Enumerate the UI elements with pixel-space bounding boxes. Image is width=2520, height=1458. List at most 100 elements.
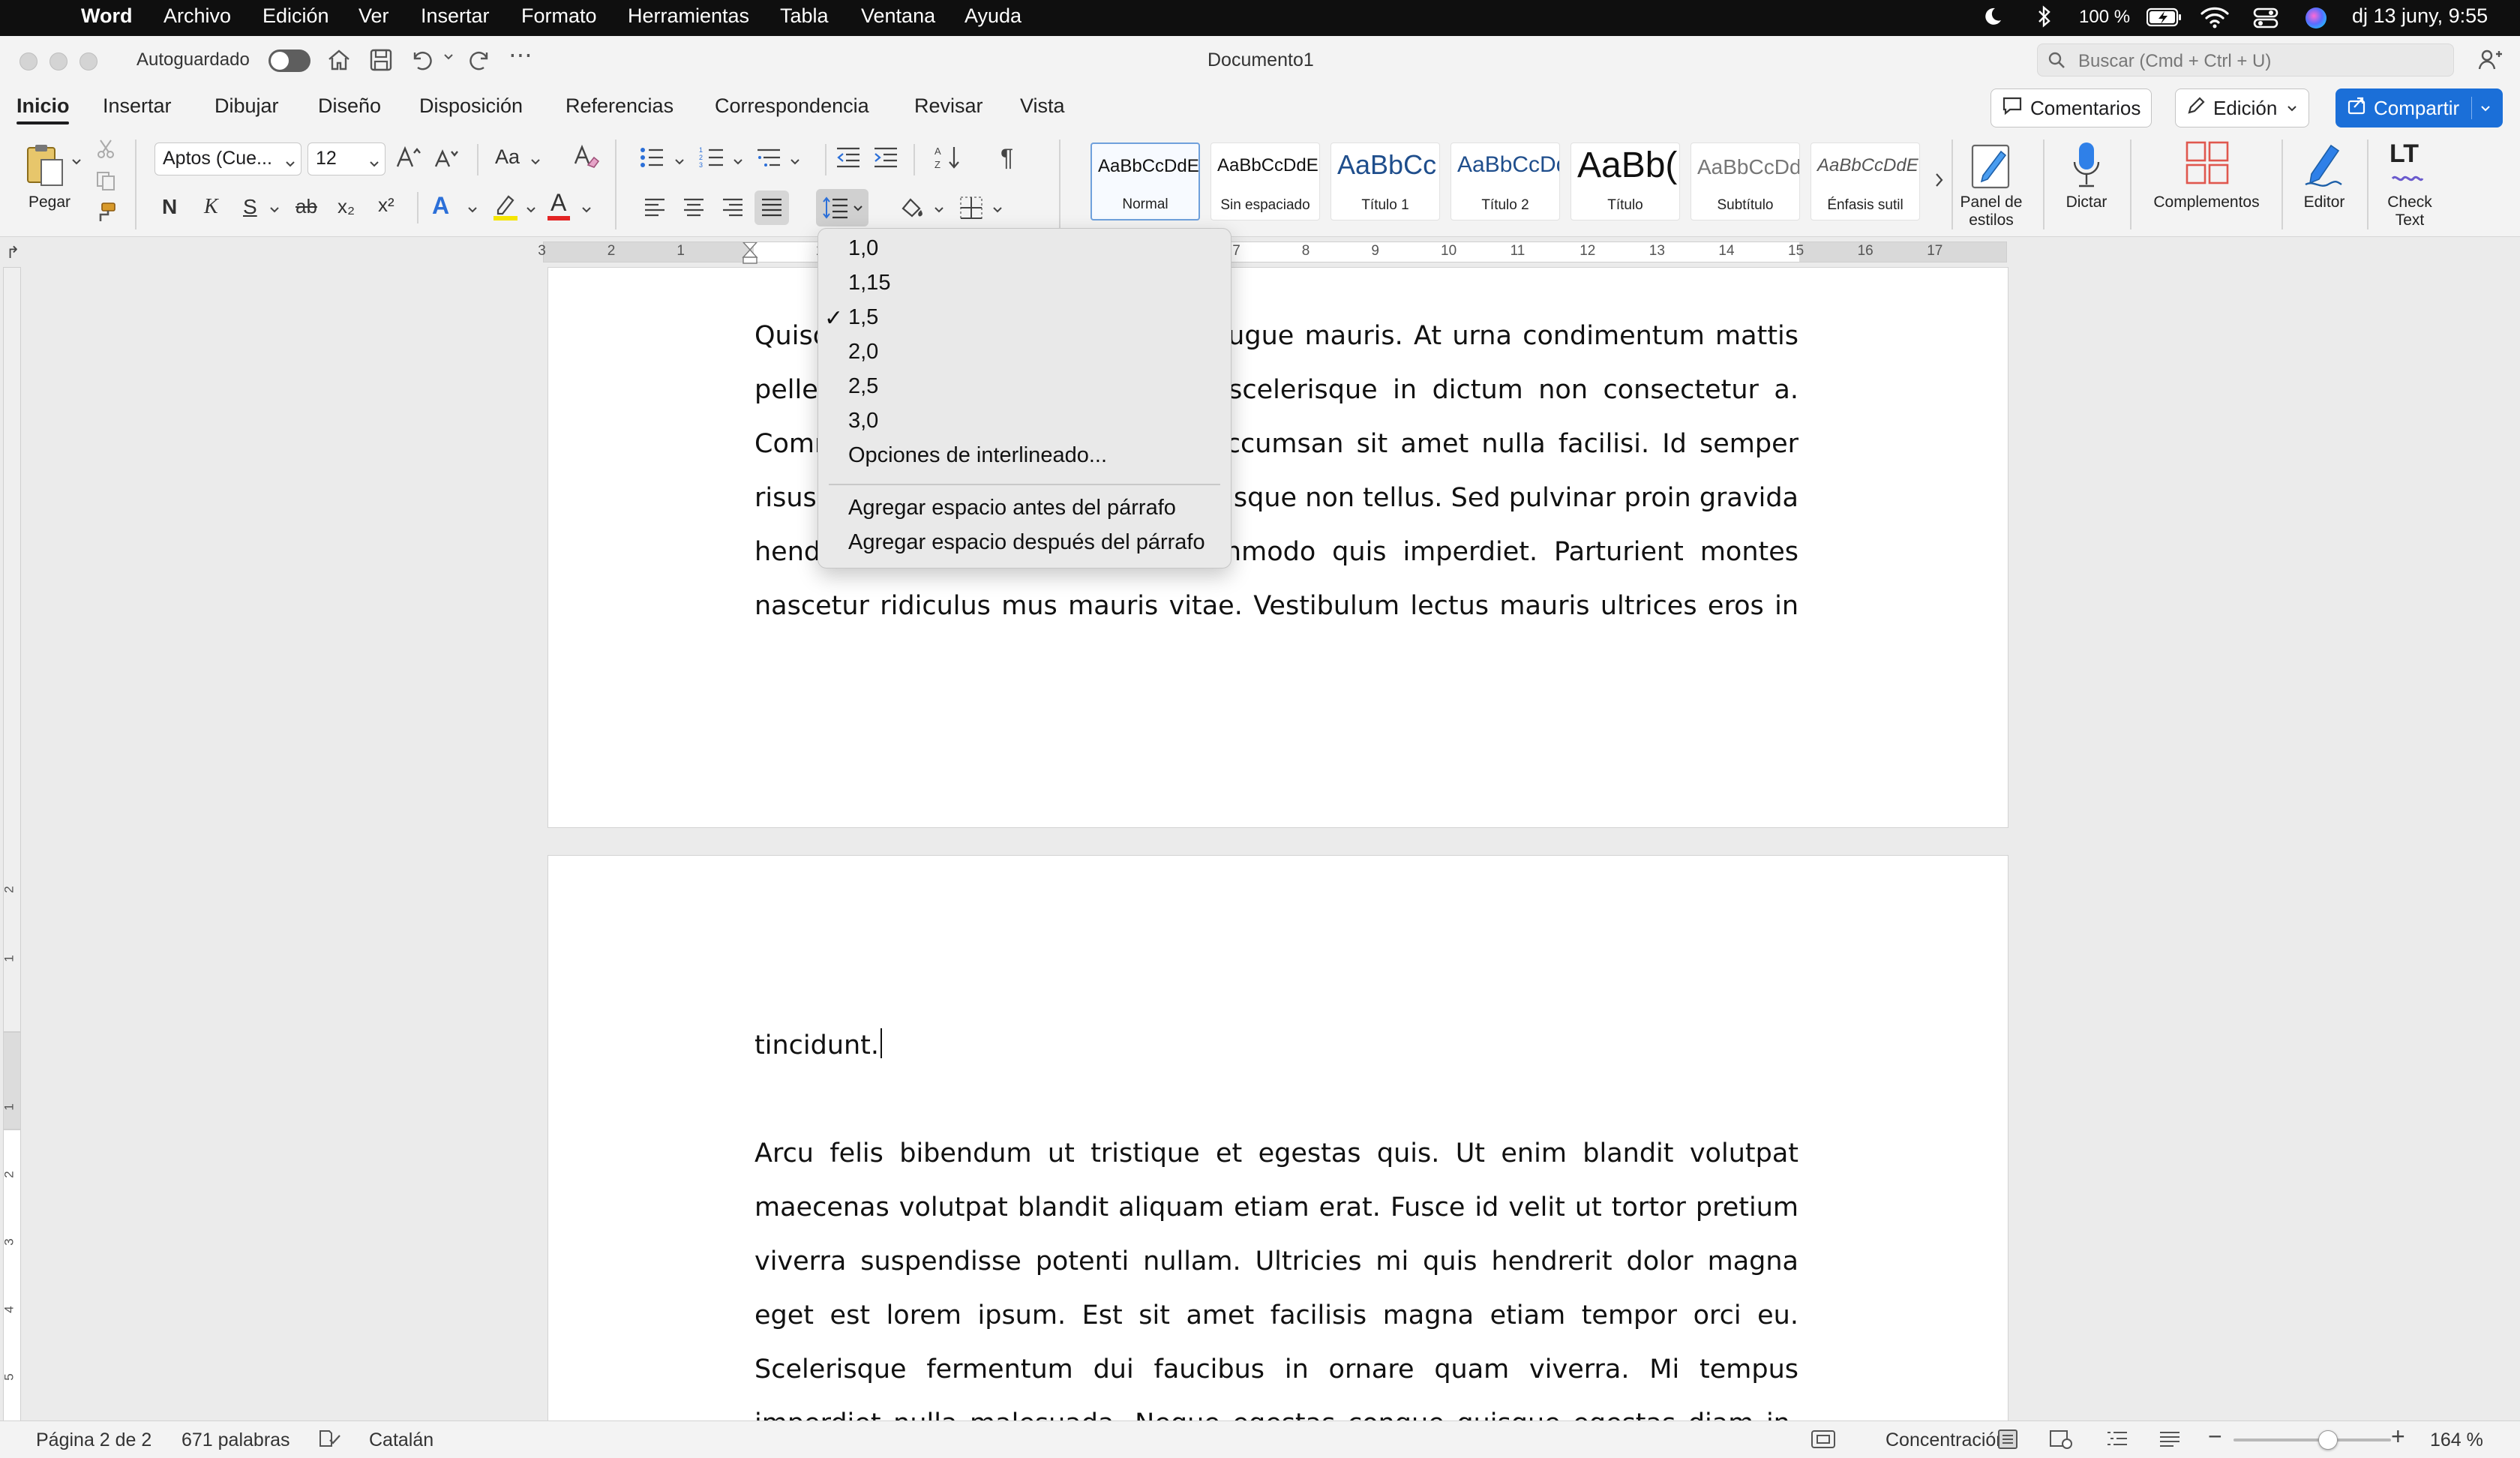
share-button[interactable]: Compartir <box>2336 88 2504 128</box>
increase-indent-icon[interactable] <box>873 146 898 173</box>
style-no-spacing[interactable]: AaBbCcDdE Sin espaciado <box>1210 142 1320 220</box>
italic-button[interactable]: K <box>204 195 218 219</box>
search-box[interactable]: Buscar (Cmd + Ctrl + U) <box>2037 44 2454 76</box>
line-spacing-option-2-0[interactable]: 2,0 <box>848 340 878 364</box>
decrease-indent-icon[interactable] <box>836 146 861 173</box>
line-spacing-option-1-0[interactable]: 1,0 <box>848 236 878 261</box>
style-heading-2[interactable]: AaBbCcDd Título 2 <box>1450 142 1560 220</box>
focus-icon[interactable] <box>1810 1430 1836 1454</box>
grow-font-icon[interactable] <box>394 144 422 175</box>
zoom-out-button[interactable]: − <box>2208 1423 2222 1450</box>
save-icon[interactable] <box>368 46 394 77</box>
shrink-font-icon[interactable] <box>434 146 459 175</box>
wifi-icon[interactable] <box>2200 6 2229 34</box>
multilevel-list-icon[interactable] <box>756 146 782 173</box>
siri-icon[interactable] <box>2304 6 2328 35</box>
add-space-before-paragraph[interactable]: Agregar espacio antes del párrafo <box>848 496 1176 520</box>
align-left-icon[interactable] <box>644 196 666 223</box>
redo-icon[interactable] <box>466 46 494 77</box>
styles-more-chevron-right-icon[interactable] <box>1934 171 1946 193</box>
font-size-dropdown[interactable]: 12 <box>308 142 386 176</box>
style-subtle-emphasis[interactable]: AaBbCcDdE Énfasis sutil <box>1810 142 1920 220</box>
shading-chevron-down-icon[interactable] <box>933 204 945 220</box>
menu-archivo[interactable]: Archivo <box>164 4 231 28</box>
style-heading-1[interactable]: AaBbCc Título 1 <box>1330 142 1440 220</box>
menu-ventana[interactable]: Ventana <box>861 4 935 28</box>
line-spacing-option-1-15[interactable]: 1,15 <box>848 271 890 296</box>
web-layout-icon[interactable] <box>2049 1429 2073 1455</box>
focus-mode-label[interactable]: Concentración <box>1886 1430 2006 1451</box>
show-formatting-marks-icon[interactable]: ¶ <box>1000 144 1013 172</box>
vertical-ruler[interactable]: 2 1 1 2 3 4 5 <box>0 267 22 1422</box>
menu-app-name[interactable]: Word <box>81 4 133 28</box>
tab-referencias[interactable]: Referencias <box>566 94 674 118</box>
zoom-in-button[interactable]: + <box>2391 1423 2405 1450</box>
check-text-logo-icon[interactable]: LT <box>2390 140 2419 169</box>
numbering-icon[interactable]: 123 <box>699 146 724 173</box>
control-center-icon[interactable] <box>2253 6 2278 35</box>
line-spacing-option-3-0[interactable]: 3,0 <box>848 409 878 434</box>
sort-icon[interactable]: AZ <box>934 144 962 175</box>
tab-stop-selector[interactable]: ↱ <box>6 243 20 262</box>
menu-formato[interactable]: Formato <box>521 4 597 28</box>
align-right-icon[interactable] <box>722 196 744 223</box>
window-minimize-button[interactable] <box>50 52 68 70</box>
microphone-icon[interactable] <box>2070 140 2103 194</box>
bullets-chevron-down-icon[interactable] <box>674 156 686 172</box>
change-case-button[interactable]: Aa <box>495 146 520 169</box>
highlighter-icon[interactable] <box>492 192 519 226</box>
font-color-button[interactable]: A <box>550 189 566 217</box>
moon-icon[interactable] <box>1982 6 2002 32</box>
highlight-chevron-down-icon[interactable] <box>525 204 537 220</box>
styles-pane-icon[interactable] <box>1968 141 2014 194</box>
zoom-slider[interactable] <box>2234 1430 2391 1450</box>
borders-chevron-down-icon[interactable] <box>992 204 1004 220</box>
undo-chevron-down-icon[interactable] <box>442 51 454 67</box>
undo-icon[interactable] <box>408 46 435 77</box>
window-close-button[interactable] <box>20 52 38 70</box>
language-indicator[interactable]: Catalán <box>369 1430 434 1451</box>
share-people-icon[interactable] <box>2476 46 2504 77</box>
editing-mode-button[interactable]: Edición <box>2175 88 2310 128</box>
multilevel-chevron-down-icon[interactable] <box>789 156 801 172</box>
line-spacing-button[interactable] <box>816 189 868 226</box>
tab-diseno[interactable]: Diseño <box>318 94 381 118</box>
outline-view-icon[interactable] <box>2106 1429 2128 1455</box>
chevron-down-icon[interactable] <box>2480 97 2492 120</box>
word-count[interactable]: 671 palabras <box>182 1430 290 1451</box>
line-spacing-option-2-5[interactable]: 2,5 <box>848 374 878 399</box>
paste-chevron-down-icon[interactable] <box>70 156 82 172</box>
horizontal-ruler[interactable]: 3211234567891011121314151617 <box>538 242 2007 264</box>
tab-dibujar[interactable]: Dibujar <box>214 94 279 118</box>
page2-line1[interactable]: tincidunt. <box>754 1018 1798 1072</box>
page2-paragraph[interactable]: Arcu felis bibendum ut tristique et eges… <box>754 1126 1798 1420</box>
style-subtitle[interactable]: AaBbCcDd Subtítulo <box>1690 142 1800 220</box>
borders-icon[interactable] <box>958 195 984 224</box>
paste-button[interactable] <box>20 140 69 192</box>
bold-button[interactable]: N <box>162 195 177 219</box>
menu-herramientas[interactable]: Herramientas <box>628 4 749 28</box>
tab-inicio[interactable]: Inicio <box>16 94 70 118</box>
comments-button[interactable]: Comentarios <box>1990 88 2152 128</box>
page-count[interactable]: Página 2 de 2 <box>36 1430 152 1451</box>
subscript-button[interactable]: x₂ <box>338 195 355 218</box>
font-color-chevron-down-icon[interactable] <box>580 204 592 220</box>
bluetooth-icon[interactable] <box>2037 4 2052 34</box>
font-name-dropdown[interactable]: Aptos (Cue... <box>154 142 302 176</box>
proofing-icon[interactable] <box>318 1428 342 1454</box>
home-icon[interactable] <box>326 46 352 77</box>
cut-icon[interactable] <box>94 138 117 164</box>
copy-icon[interactable] <box>94 170 117 196</box>
format-painter-icon[interactable] <box>94 201 117 227</box>
clear-formatting-icon[interactable] <box>573 142 600 175</box>
draft-view-icon[interactable] <box>2158 1429 2181 1455</box>
align-center-icon[interactable] <box>682 196 705 223</box>
text-effects-chevron-down-icon[interactable] <box>466 204 478 220</box>
underline-button[interactable]: S <box>243 195 257 219</box>
tab-insertar[interactable]: Insertar <box>103 94 172 118</box>
text-effects-button[interactable]: A <box>432 192 449 220</box>
justify-button[interactable] <box>754 190 789 225</box>
print-layout-icon[interactable] <box>1996 1429 2019 1455</box>
superscript-button[interactable]: x² <box>378 194 394 217</box>
tab-disposicion[interactable]: Disposición <box>419 94 523 118</box>
